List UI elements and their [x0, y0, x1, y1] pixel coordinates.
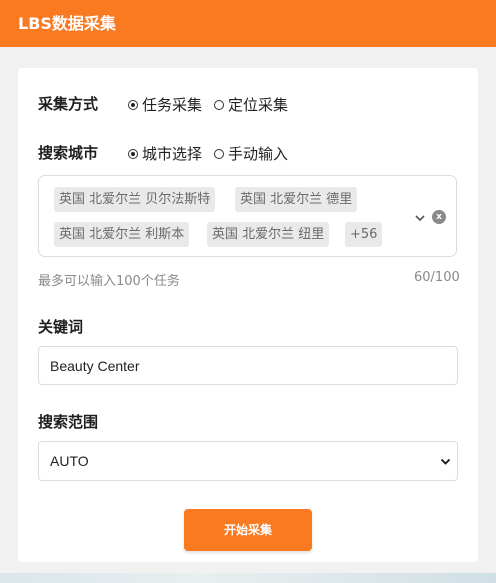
- radio-city-select-label: 城市选择: [142, 145, 203, 163]
- radio-unchecked-icon[interactable]: [214, 148, 225, 159]
- chevron-down-icon[interactable]: [440, 456, 451, 467]
- radio-task-collect[interactable]: 任务采集: [128, 94, 202, 115]
- search-city-radio-group: 城市选择 手动输入: [128, 143, 300, 164]
- clear-icon[interactable]: x: [432, 210, 446, 224]
- city-multiselect[interactable]: 英国 北爱尔兰 贝尔法斯特 英国 北爱尔兰 德里 英国 北爱尔兰 利斯本 英国 …: [38, 175, 457, 257]
- app-title: LBS数据采集: [18, 14, 116, 33]
- background-strip: [0, 573, 496, 583]
- city-tag[interactable]: 英国 北爱尔兰 德里: [235, 187, 358, 212]
- city-tag[interactable]: 英国 北爱尔兰 纽里: [207, 222, 330, 247]
- radio-checked-icon[interactable]: [128, 148, 138, 159]
- radio-city-select[interactable]: 城市选择: [128, 143, 202, 164]
- search-range-value: AUTO: [50, 453, 89, 469]
- collect-method-radio-group: 任务采集 定位采集: [128, 94, 300, 115]
- keyword-input[interactable]: [38, 346, 458, 385]
- city-tag[interactable]: 英国 北爱尔兰 利斯本: [54, 222, 190, 247]
- radio-task-collect-label: 任务采集: [142, 96, 203, 114]
- city-tag[interactable]: 英国 北爱尔兰 贝尔法斯特: [54, 187, 216, 212]
- search-city-label: 搜索城市: [38, 144, 99, 162]
- more-tags-badge[interactable]: +56: [345, 222, 383, 247]
- task-counter: 60/100: [414, 270, 460, 285]
- form-card: 采集方式 任务采集 定位采集 搜索城市 城市选择 手动输入 英国 北爱尔兰 贝尔…: [18, 68, 478, 562]
- search-range-label: 搜索范围: [38, 413, 99, 431]
- collect-method-label: 采集方式: [38, 95, 99, 113]
- radio-location-collect[interactable]: 定位采集: [214, 94, 288, 115]
- task-limit-hint: 最多可以输入100个任务: [38, 274, 180, 289]
- radio-manual-input-label: 手动输入: [228, 145, 289, 163]
- app-header: LBS数据采集: [0, 0, 496, 47]
- chevron-down-icon[interactable]: [414, 212, 426, 224]
- start-collect-button[interactable]: 开始采集: [184, 509, 312, 551]
- search-range-select[interactable]: AUTO: [38, 441, 458, 481]
- radio-manual-input[interactable]: 手动输入: [214, 143, 288, 164]
- radio-unchecked-icon[interactable]: [214, 99, 225, 110]
- radio-checked-icon[interactable]: [128, 99, 138, 110]
- radio-location-collect-label: 定位采集: [228, 96, 289, 114]
- keyword-label: 关键词: [38, 318, 84, 336]
